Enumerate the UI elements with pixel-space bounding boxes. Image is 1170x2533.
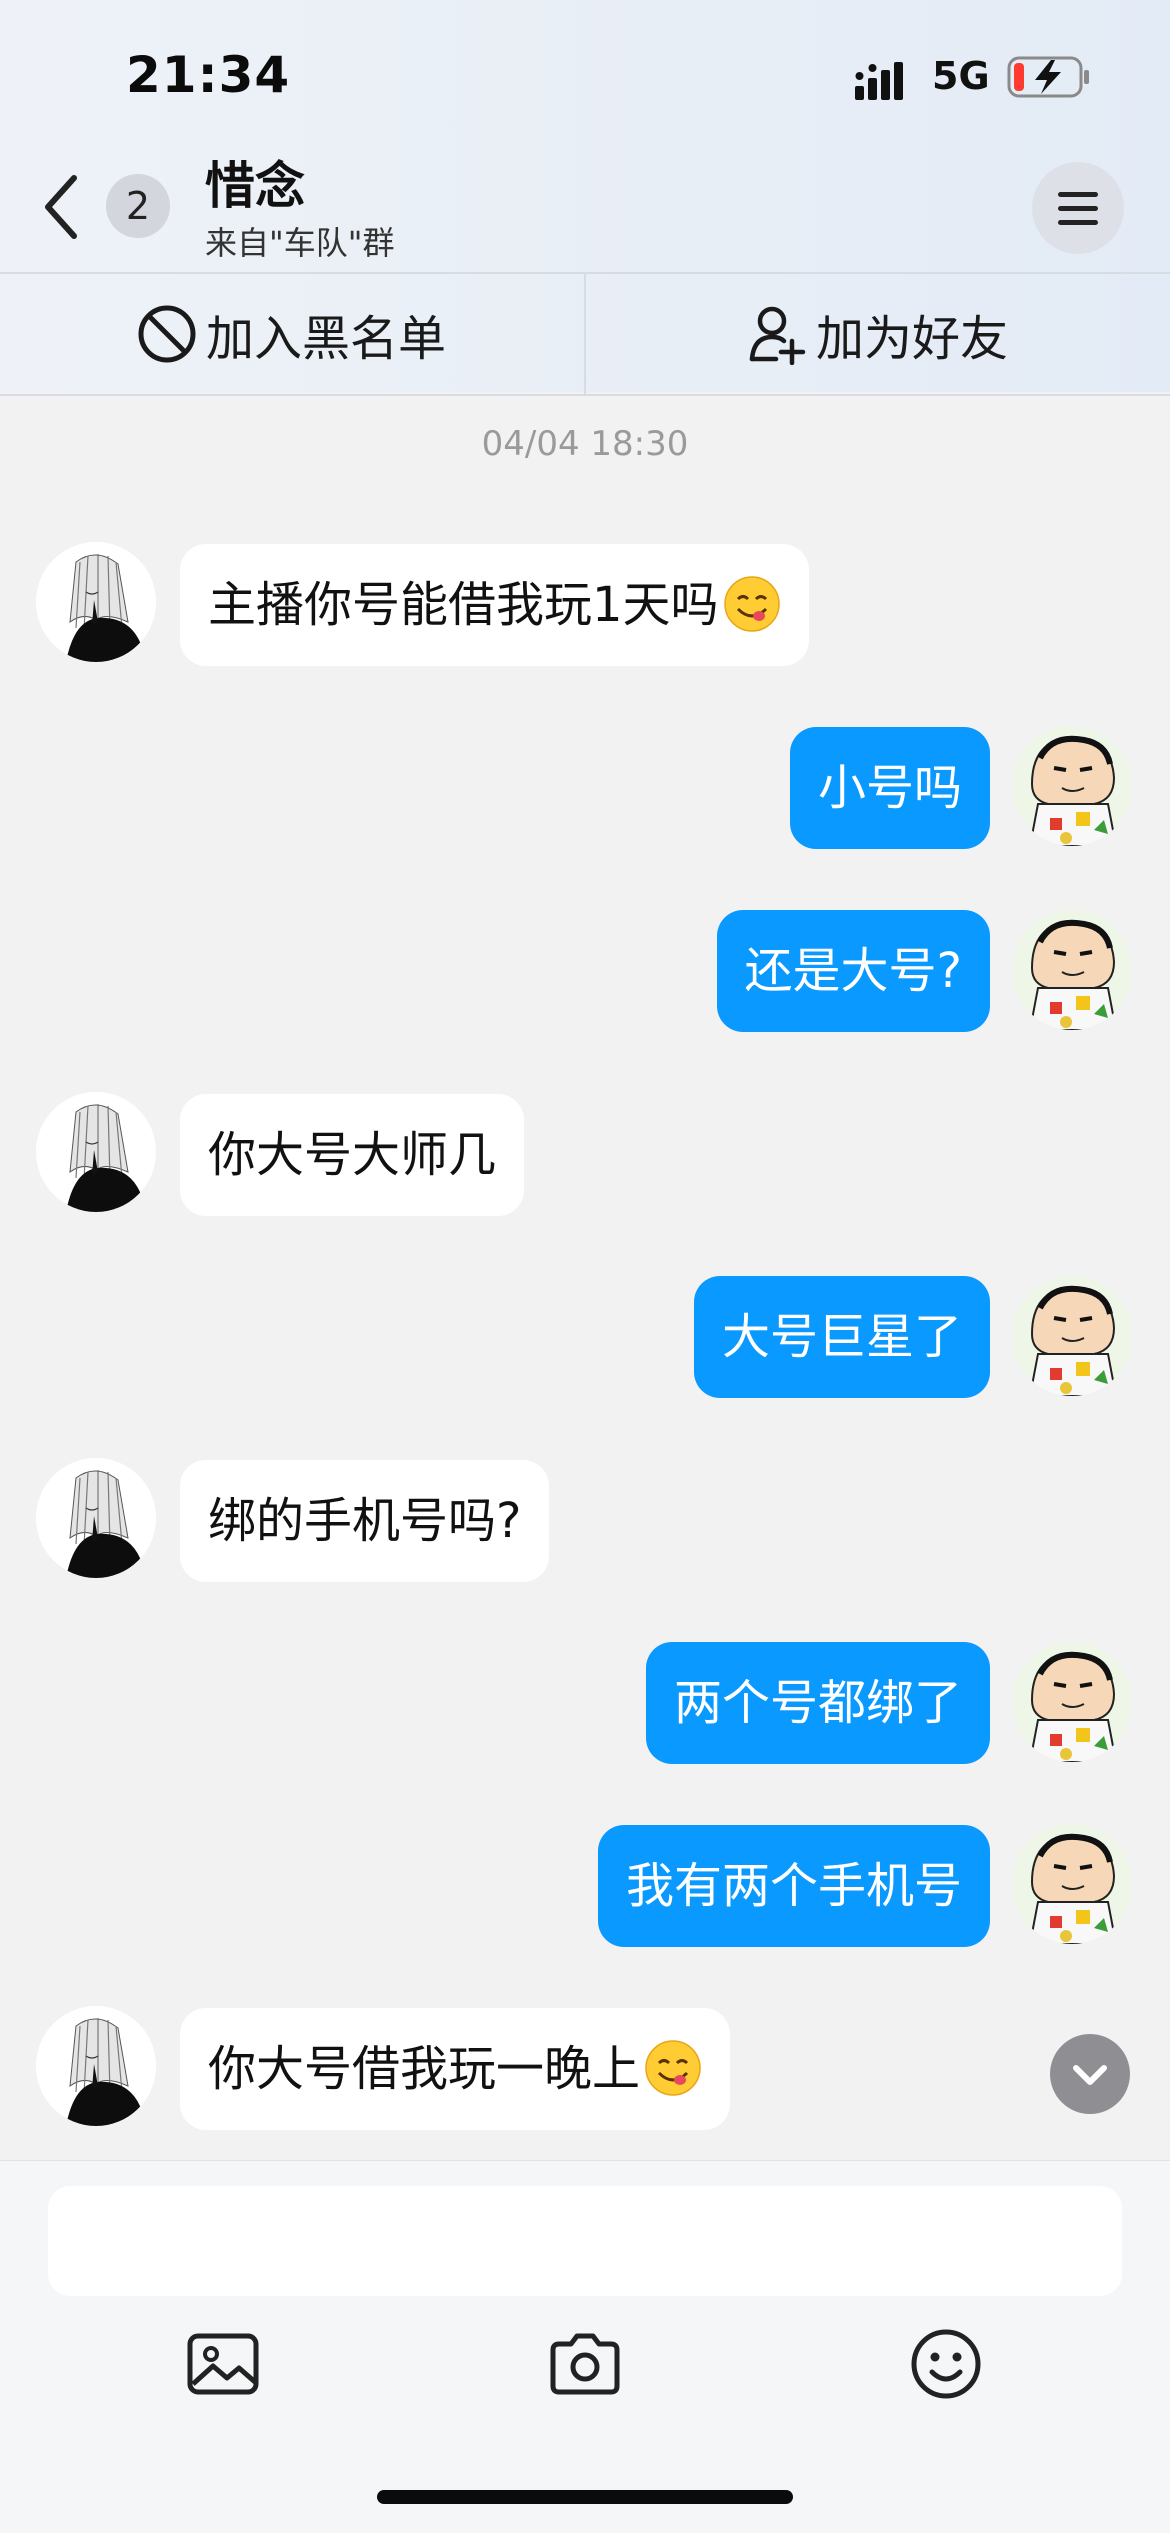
message-text: 绑的手机号吗? bbox=[208, 1493, 522, 1549]
my-avatar[interactable] bbox=[1012, 1824, 1132, 1944]
action-divider bbox=[584, 274, 586, 394]
message-text: 主播你号能借我玩1天吗 bbox=[208, 577, 719, 633]
chat-timestamp: 04/04 18:30 bbox=[481, 424, 689, 464]
my-avatar[interactable] bbox=[1012, 1276, 1132, 1396]
contact-avatar[interactable] bbox=[36, 2006, 156, 2126]
block-icon bbox=[138, 305, 196, 363]
outgoing-message[interactable]: 两个号都绑了 bbox=[645, 1642, 990, 1764]
add-friend-label: 加为好友 bbox=[816, 311, 1009, 367]
add-to-blacklist-button[interactable]: 加入黑名单 bbox=[136, 274, 446, 394]
message-text: 我有两个手机号 bbox=[625, 1858, 962, 1914]
outgoing-message[interactable]: 大号巨星了 bbox=[693, 1276, 990, 1398]
contact-name: 惜念 bbox=[205, 157, 305, 215]
signal-strength-icon bbox=[855, 62, 903, 100]
add-user-icon bbox=[749, 306, 806, 365]
message-text: 大号巨星了 bbox=[721, 1309, 962, 1365]
battery-charging-icon bbox=[1007, 56, 1089, 98]
contact-source: 来自"车队"群 bbox=[205, 224, 395, 262]
incoming-message[interactable]: 你大号借我玩一晚上 bbox=[180, 2008, 731, 2130]
incoming-message[interactable]: 你大号大师几 bbox=[180, 1094, 525, 1216]
chevron-down-icon bbox=[1073, 2065, 1107, 2085]
outgoing-message[interactable]: 我有两个手机号 bbox=[597, 1825, 990, 1947]
add-friend-button[interactable]: 加为好友 bbox=[746, 274, 1008, 394]
action-bar: 加入黑名单 加为好友 bbox=[0, 272, 1170, 396]
message-text: 还是大号? bbox=[744, 943, 962, 999]
menu-button[interactable] bbox=[1032, 162, 1124, 254]
unread-count-badge[interactable]: 2 bbox=[106, 174, 170, 238]
contact-avatar[interactable] bbox=[36, 542, 156, 662]
outgoing-message[interactable]: 还是大号? bbox=[716, 910, 990, 1032]
message-text: 小号吗 bbox=[817, 760, 962, 816]
contact-avatar[interactable] bbox=[36, 1458, 156, 1578]
message-input[interactable] bbox=[48, 2186, 1122, 2296]
outgoing-message[interactable]: 小号吗 bbox=[789, 727, 990, 849]
incoming-message[interactable]: 绑的手机号吗? bbox=[180, 1460, 550, 1582]
network-type: 5G bbox=[932, 54, 990, 98]
emoji-icon[interactable] bbox=[908, 2326, 984, 2402]
camera-icon[interactable] bbox=[547, 2326, 623, 2402]
my-avatar[interactable] bbox=[1012, 726, 1132, 846]
menu-icon bbox=[1058, 192, 1098, 197]
message-text: 你大号借我玩一晚上 bbox=[208, 2041, 641, 2097]
yum-face-icon bbox=[723, 575, 781, 633]
contact-avatar[interactable] bbox=[36, 1092, 156, 1212]
my-avatar[interactable] bbox=[1012, 1642, 1132, 1762]
message-text: 两个号都绑了 bbox=[673, 1675, 962, 1731]
message-text: 你大号大师几 bbox=[208, 1127, 497, 1183]
incoming-message[interactable]: 主播你号能借我玩1天吗 bbox=[180, 544, 809, 666]
scroll-to-bottom-button[interactable] bbox=[1050, 2034, 1130, 2114]
blacklist-label: 加入黑名单 bbox=[206, 311, 447, 367]
my-avatar[interactable] bbox=[1012, 910, 1132, 1030]
home-indicator[interactable] bbox=[377, 2490, 793, 2504]
back-chevron-icon[interactable] bbox=[40, 172, 80, 242]
yum-face-icon bbox=[644, 2039, 702, 2097]
image-icon[interactable] bbox=[185, 2326, 261, 2402]
status-time: 21:34 bbox=[126, 46, 291, 104]
